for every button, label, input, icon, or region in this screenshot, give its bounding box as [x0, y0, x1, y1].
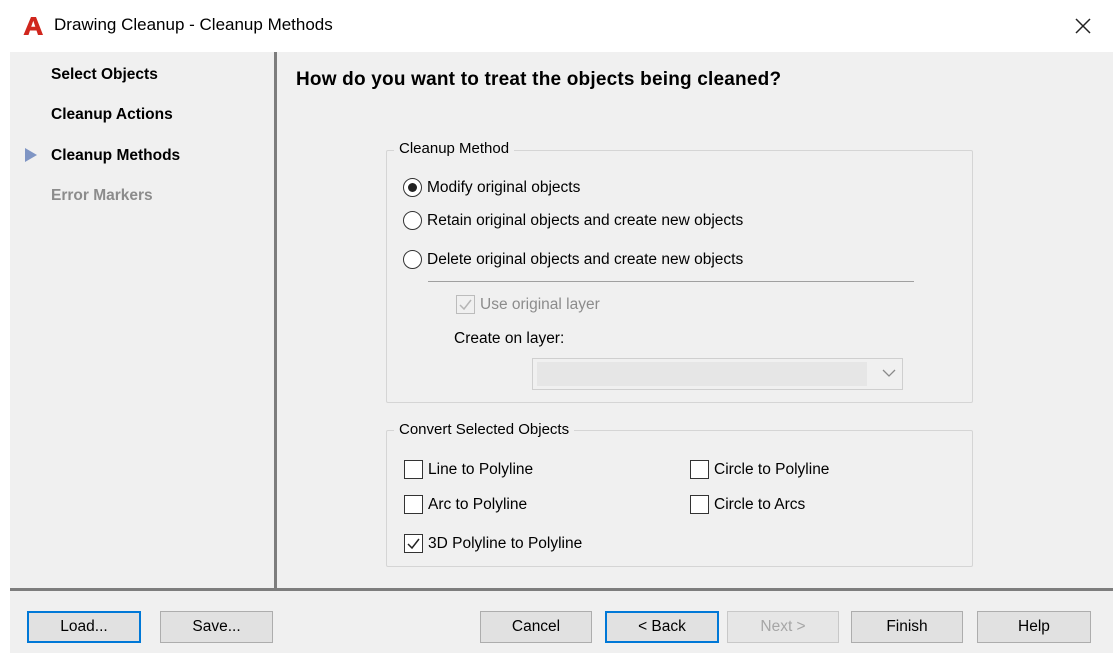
create-on-layer-label: Create on layer: — [454, 330, 565, 347]
checkbox-label: 3D Polyline to Polyline — [428, 534, 583, 552]
radio-button[interactable] — [403, 211, 422, 230]
checkbox-label: Circle to Polyline — [714, 460, 830, 478]
checkbox-label: Line to Polyline — [428, 460, 534, 478]
help-button[interactable]: Help — [977, 611, 1091, 643]
current-step-arrow-icon — [25, 148, 37, 162]
autocad-logo-icon — [23, 17, 43, 35]
checkbox[interactable] — [404, 495, 423, 514]
radio-button[interactable] — [403, 250, 422, 269]
page-heading: How do you want to treat the objects bei… — [296, 69, 782, 90]
cancel-button[interactable]: Cancel — [480, 611, 592, 643]
nav-item-select-objects[interactable]: Select Objects — [51, 66, 158, 84]
checkbox-circle-to-arcs[interactable]: Circle to Arcs — [690, 495, 805, 514]
radio-button[interactable] — [403, 178, 422, 197]
checkbox[interactable] — [690, 460, 709, 479]
convert-objects-legend: Convert Selected Objects — [394, 421, 575, 438]
create-on-layer-dropdown — [532, 358, 903, 390]
radio-label: Retain original objects and create new o… — [427, 211, 744, 229]
radio-modify-original[interactable]: Modify original objects — [403, 178, 580, 197]
separator-line — [428, 281, 914, 282]
checkbox-use-original-layer: Use original layer — [456, 295, 600, 314]
checkbox-label: Arc to Polyline — [428, 495, 528, 513]
nav-item-cleanup-actions[interactable]: Cleanup Actions — [51, 106, 173, 124]
save-button[interactable]: Save... — [160, 611, 273, 643]
checkbox[interactable] — [404, 460, 423, 479]
checkbox-line-to-polyline[interactable]: Line to Polyline — [404, 460, 533, 479]
load-button[interactable]: Load... — [27, 611, 141, 643]
checkbox-circle-to-polyline[interactable]: Circle to Polyline — [690, 460, 829, 479]
back-button[interactable]: < Back — [605, 611, 719, 643]
checkbox[interactable] — [404, 534, 423, 553]
dropdown-value — [537, 362, 867, 386]
checkbox-label: Use original layer — [480, 295, 600, 313]
window-title: Drawing Cleanup - Cleanup Methods — [54, 15, 333, 34]
cleanup-method-legend: Cleanup Method — [394, 140, 515, 157]
title-bar: Drawing Cleanup - Cleanup Methods — [0, 0, 1113, 52]
chevron-down-icon — [882, 369, 896, 377]
checkbox-arc-to-polyline[interactable]: Arc to Polyline — [404, 495, 527, 514]
finish-button[interactable]: Finish — [851, 611, 963, 643]
checkbox-label: Circle to Arcs — [714, 495, 806, 513]
checkbox-3d-polyline-to-polyline[interactable]: 3D Polyline to Polyline — [404, 534, 582, 553]
nav-divider — [274, 52, 277, 588]
radio-retain-original[interactable]: Retain original objects and create new o… — [403, 211, 743, 230]
checkbox — [456, 295, 475, 314]
nav-item-cleanup-methods[interactable]: Cleanup Methods — [51, 147, 180, 165]
nav-item-error-markers: Error Markers — [51, 187, 153, 204]
radio-delete-original[interactable]: Delete original objects and create new o… — [403, 250, 743, 269]
close-icon[interactable] — [1067, 10, 1099, 42]
wizard-steps-panel: Select Objects Cleanup Actions Cleanup M… — [10, 52, 274, 588]
radio-label: Modify original objects — [427, 178, 581, 196]
next-button: Next > — [727, 611, 839, 643]
radio-label: Delete original objects and create new o… — [427, 250, 744, 268]
checkbox[interactable] — [690, 495, 709, 514]
